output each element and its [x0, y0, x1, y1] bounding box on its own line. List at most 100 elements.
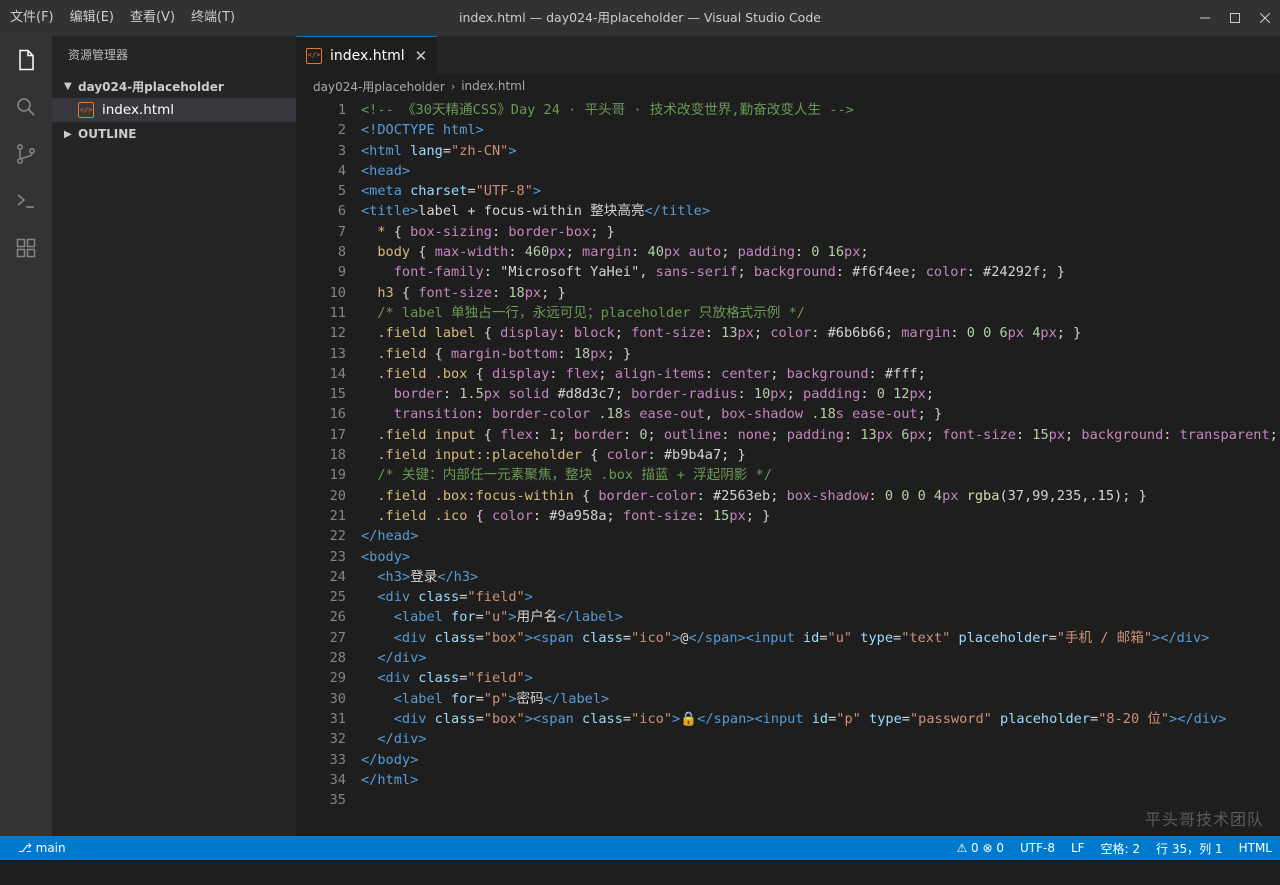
- code-line[interactable]: 19 /* 关键：内部任一元素聚焦，整块 .box 描蓝 + 浮起阴影 */: [296, 465, 1280, 485]
- breadcrumb-folder[interactable]: day024-用placeholder: [313, 78, 445, 95]
- code-editor[interactable]: 1 <!-- 《30天精通CSS》Day 24 · 平头哥 · 技术改变世界,勤奋…: [296, 100, 1280, 810]
- file-row-index-html[interactable]: </> index.html: [52, 98, 296, 122]
- code-line[interactable]: 3 <html lang="zh-CN">: [296, 141, 1280, 161]
- code-token: class: [418, 589, 460, 606]
- minimize-button[interactable]: [1190, 0, 1220, 36]
- code-token: ;: [925, 426, 943, 443]
- code-token: =: [442, 142, 452, 159]
- code-token: px: [844, 244, 861, 261]
- code-token: {: [467, 365, 492, 382]
- code-token: 🔒: [680, 710, 698, 727]
- code-token: :: [704, 325, 722, 342]
- code-token: :: [950, 325, 967, 342]
- tab-index-html[interactable]: </> index.html ✕: [296, 36, 438, 74]
- line-number: 12: [329, 325, 346, 342]
- code-token: margin: [901, 325, 951, 342]
- code-line[interactable]: 12 .field label { display: block; font-s…: [296, 323, 1280, 343]
- code-token: <!DOCTYPE html>: [361, 122, 484, 139]
- status-branch[interactable]: ⎇ main: [10, 841, 74, 855]
- code-line[interactable]: 1 <!-- 《30天精通CSS》Day 24 · 平头哥 · 技术改变世界,勤奋…: [296, 100, 1280, 120]
- line-number: 18: [329, 447, 346, 464]
- code-token: :: [508, 244, 525, 261]
- code-line[interactable]: 14 .field .box { display: flex; align-it…: [296, 364, 1280, 384]
- line-content: <div class="field">: [346, 668, 533, 688]
- code-token: class: [582, 629, 623, 646]
- code-line[interactable]: 7 * { box-sizing: border-box; }: [296, 222, 1280, 242]
- code-token: display: [491, 365, 550, 382]
- activity-explorer[interactable]: [0, 36, 52, 83]
- code-line[interactable]: 30 <label for="p">密码</label>: [296, 689, 1280, 709]
- code-line[interactable]: 25 <div class="field">: [296, 587, 1280, 607]
- status-language[interactable]: HTML: [1231, 841, 1280, 855]
- folder-label: day024-用placeholder: [78, 79, 224, 94]
- activity-search[interactable]: [0, 83, 52, 130]
- close-button[interactable]: [1250, 0, 1280, 36]
- status-indent[interactable]: 空格: 2: [1093, 840, 1149, 857]
- code-token: px: [1007, 325, 1025, 342]
- breadcrumb-file[interactable]: index.html: [461, 79, 525, 93]
- code-line[interactable]: 16 transition: border-color .18s ease-ou…: [296, 404, 1280, 424]
- code-token: <body>: [361, 548, 411, 565]
- code-token: px: [909, 426, 926, 443]
- activity-extensions[interactable]: [0, 224, 52, 271]
- status-cursor-position[interactable]: 行 35，列 1: [1148, 840, 1231, 857]
- folder-row[interactable]: ▼ day024-用placeholder: [52, 74, 296, 98]
- code-line[interactable]: 24 <h3>登录</h3>: [296, 567, 1280, 587]
- code-line[interactable]: 4 <head>: [296, 161, 1280, 181]
- code-line[interactable]: 18 .field input::placeholder { color: #b…: [296, 445, 1280, 465]
- code-token: {: [410, 244, 435, 261]
- menu-file[interactable]: 文件(F): [2, 0, 62, 36]
- menu-view[interactable]: 查看(V): [122, 0, 183, 36]
- code-line[interactable]: 9 font-family: "Microsoft YaHei", sans-s…: [296, 262, 1280, 282]
- activity-terminal[interactable]: [0, 177, 52, 224]
- code-token: <head>: [361, 162, 411, 179]
- code-line[interactable]: 21 .field .ico { color: #9a958a; font-si…: [296, 506, 1280, 526]
- code-token: border: [393, 386, 443, 403]
- code-line[interactable]: 6 <title>label + focus-within 整块高亮</title…: [296, 201, 1280, 221]
- status-problems[interactable]: ⚠ 0 ⊗ 0: [948, 841, 1012, 855]
- code-line[interactable]: 23 <body>: [296, 547, 1280, 567]
- maximize-button[interactable]: [1220, 0, 1250, 36]
- code-line[interactable]: 34 </html>: [296, 770, 1280, 790]
- menu-edit[interactable]: 编辑(E): [62, 0, 122, 36]
- code-line[interactable]: 10 h3 { font-size: 18px; }: [296, 283, 1280, 303]
- line-content: </head>: [346, 526, 418, 546]
- code-token: :: [491, 284, 509, 301]
- status-encoding[interactable]: UTF-8: [1012, 841, 1063, 855]
- code-line[interactable]: 17 .field input { flex: 1; border: 0; ou…: [296, 425, 1280, 445]
- code-line[interactable]: 11 /* label 单独占一行，永远可见；placeholder 只放格式示…: [296, 303, 1280, 323]
- line-content: .field .box { display: flex; align-items…: [346, 364, 925, 384]
- code-line[interactable]: 2 <!DOCTYPE html>: [296, 120, 1280, 140]
- code-line[interactable]: 31 <div class="box"><span class="ico">🔒<…: [296, 709, 1280, 729]
- code-line[interactable]: 35: [296, 790, 1280, 810]
- code-line[interactable]: 5 <meta charset="UTF-8">: [296, 181, 1280, 201]
- code-token: {: [467, 507, 492, 524]
- status-eol[interactable]: LF: [1063, 841, 1093, 855]
- code-line[interactable]: 20 .field .box:focus-within { border-col…: [296, 486, 1280, 506]
- code-line[interactable]: 27 <div class="box"><span class="ico">@<…: [296, 628, 1280, 648]
- status-bar: ⎇ main ⚠ 0 ⊗ 0 UTF-8 LF 空格: 2 行 35，列 1 H…: [0, 836, 1280, 860]
- code-token: ;: [860, 244, 869, 261]
- code-line[interactable]: 15 border: 1.5px solid #d8d3c7; border-r…: [296, 384, 1280, 404]
- code-line[interactable]: 8 body { max-width: 460px; margin: 40px …: [296, 242, 1280, 262]
- code-token: max-width: [434, 244, 509, 261]
- code-line[interactable]: 33 </body>: [296, 750, 1280, 770]
- code-line[interactable]: 13 .field { margin-bottom: 18px; }: [296, 344, 1280, 364]
- menu-terminal[interactable]: 终端(T): [183, 0, 243, 36]
- code-line[interactable]: 26 <label for="u">用户名</label>: [296, 607, 1280, 627]
- editor-area: </> index.html ✕ day024-用placeholder › i…: [296, 36, 1280, 836]
- code-line[interactable]: 32 </div>: [296, 729, 1280, 749]
- tab-close-icon[interactable]: ✕: [415, 47, 428, 65]
- code-token: color: [925, 264, 967, 281]
- code-token: type: [860, 629, 894, 646]
- code-token: px: [483, 386, 501, 403]
- code-token: s: [622, 406, 632, 423]
- code-line[interactable]: 29 <div class="field">: [296, 668, 1280, 688]
- code-line[interactable]: 22 </head>: [296, 526, 1280, 546]
- code-line[interactable]: 28 </div>: [296, 648, 1280, 668]
- code-token: :: [704, 365, 722, 382]
- activity-source-control[interactable]: [0, 130, 52, 177]
- outline-row[interactable]: ▶ OUTLINE: [52, 122, 296, 146]
